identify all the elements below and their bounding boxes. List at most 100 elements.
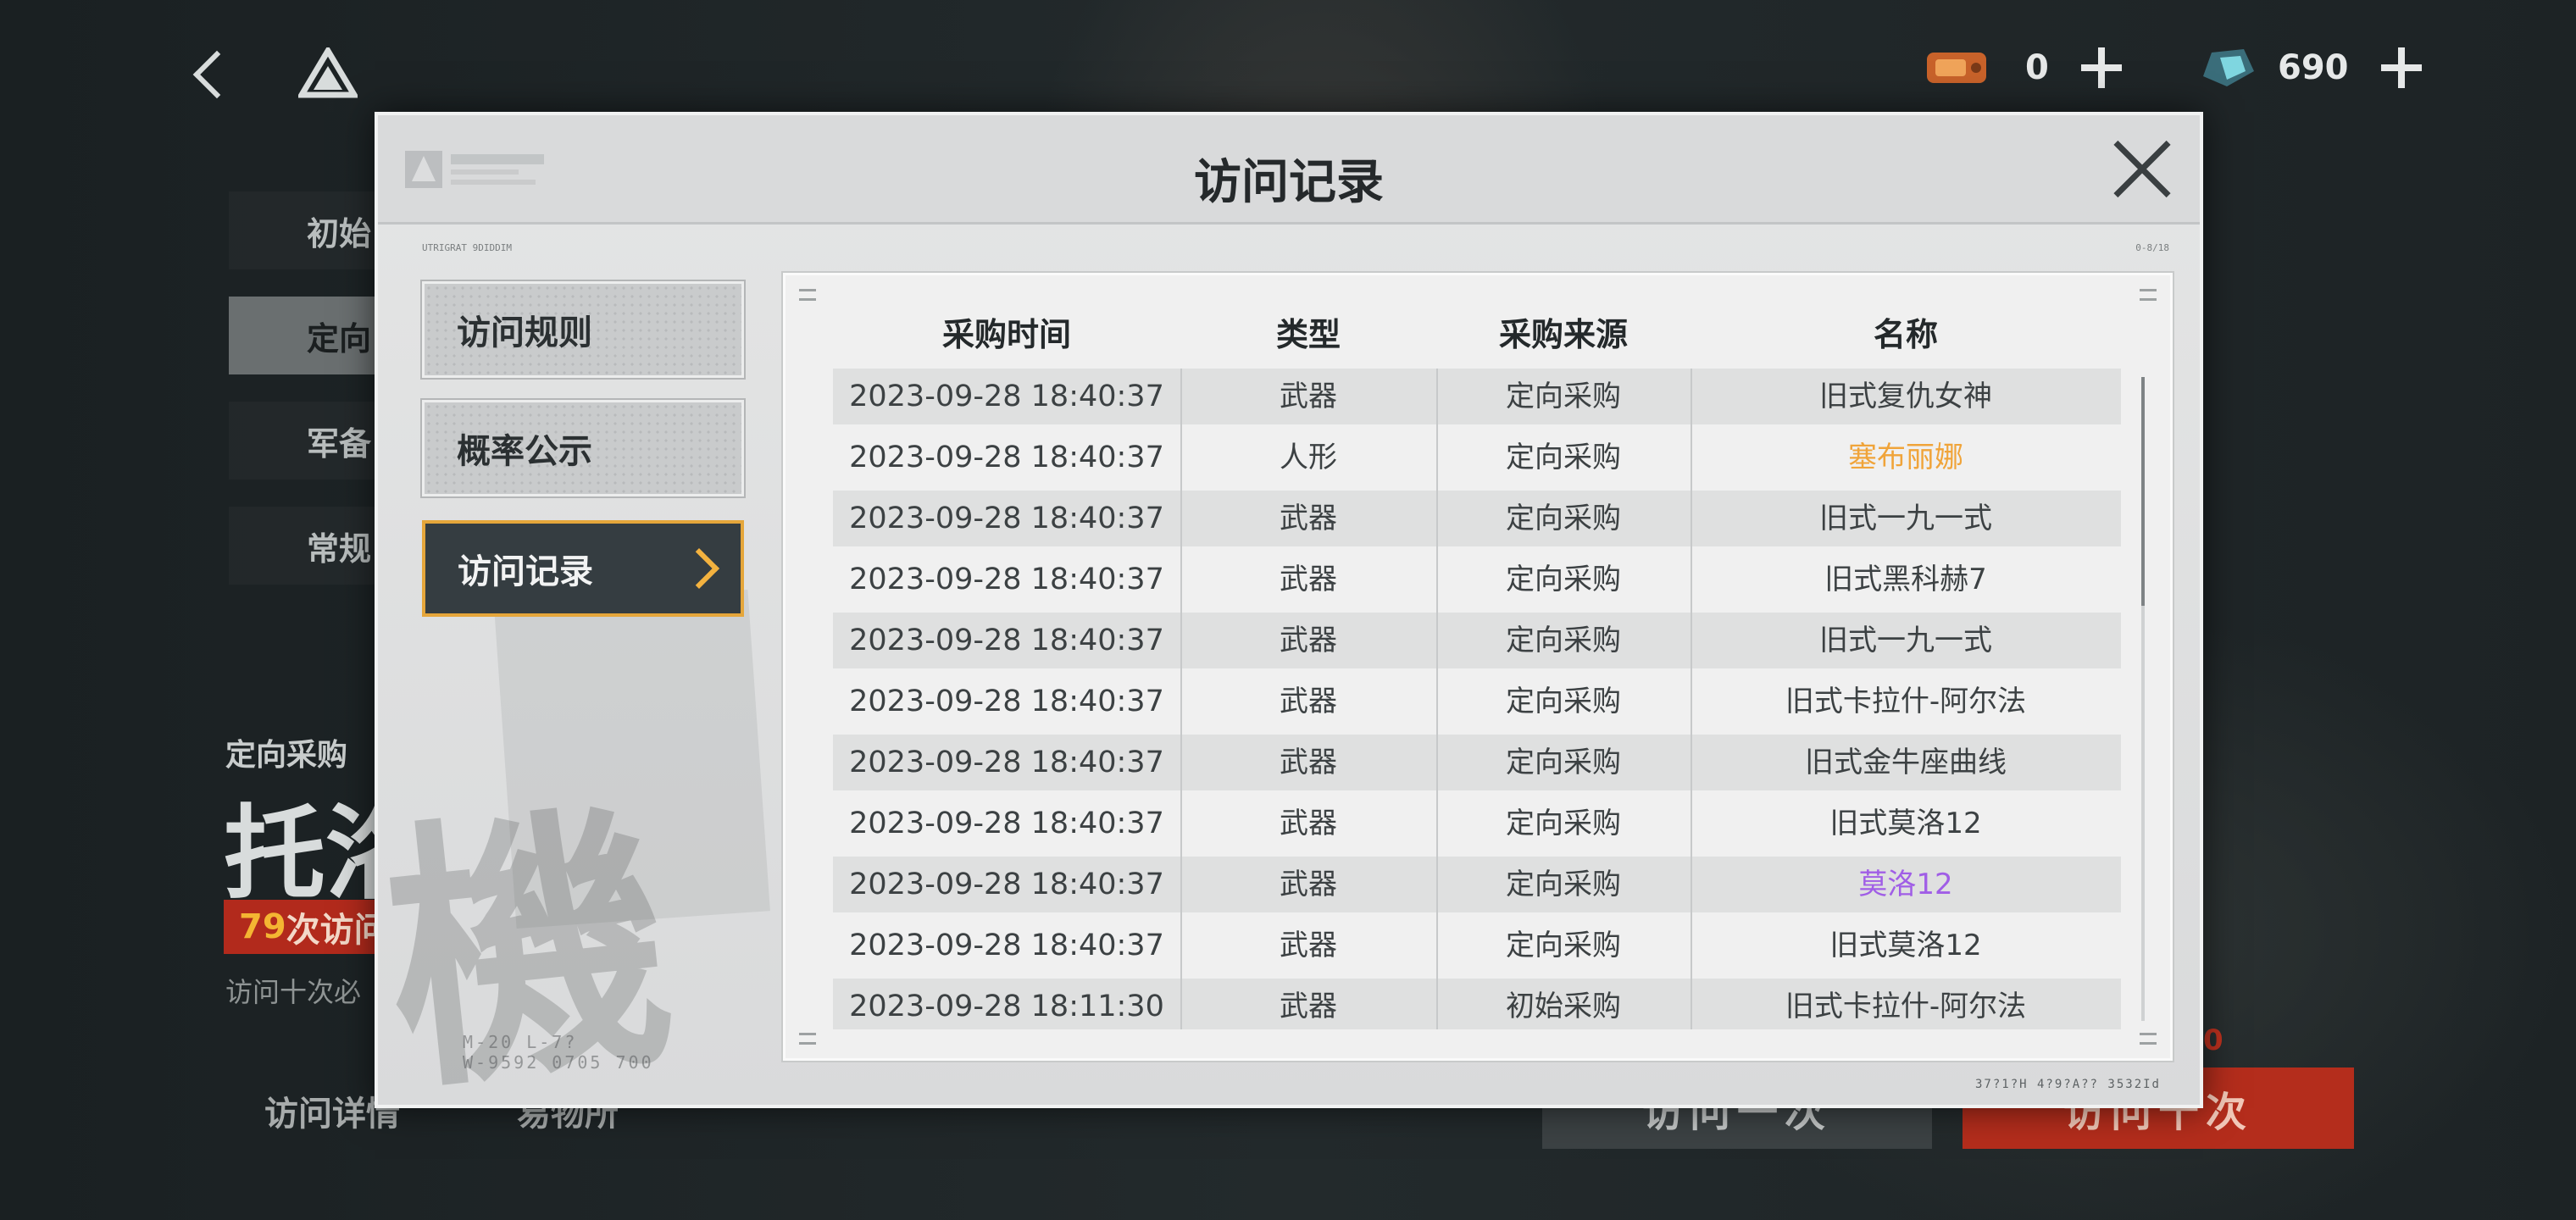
cell-type: 武器 bbox=[1280, 929, 1337, 962]
chevron-right-icon bbox=[678, 547, 720, 590]
close-icon[interactable] bbox=[2110, 137, 2174, 202]
currency-ticket-value: 0 bbox=[2025, 48, 2049, 87]
cell-name: 旧式黑科赫7 bbox=[1824, 563, 1987, 596]
tiny-code-left: UTRIGRAT 9DIDDIM bbox=[422, 242, 512, 253]
tiny-code-right: 0-8/18 bbox=[2135, 242, 2169, 253]
footer-code: 37?1?H 4?9?A?? 3532Id bbox=[1974, 1078, 2161, 1091]
table-body[interactable]: 2023-09-28 18:40:37 武器 定向采购 旧式复仇女神 2023-09-2… bbox=[833, 369, 2121, 1029]
cell-source: 定向采购 bbox=[1506, 807, 1621, 840]
table-row: 2023-09-28 18:40:37 武器 定向采购 旧式莫洛12 bbox=[833, 796, 2121, 851]
cell-source: 定向采购 bbox=[1506, 746, 1621, 779]
table-row: 2023-09-28 18:40:37 人形 定向采购 塞布丽娜 bbox=[833, 430, 2121, 485]
table-row: 2023-09-28 18:40:37 武器 定向采购 旧式一九一式 bbox=[833, 613, 2121, 668]
menu-visit-record-label: 访问记录 bbox=[458, 552, 593, 591]
corner-mark-icon bbox=[2140, 1033, 2157, 1045]
visit-count-number: 79 bbox=[239, 907, 286, 946]
column-divider bbox=[1436, 369, 1438, 1029]
cell-type: 武器 bbox=[1280, 807, 1337, 840]
cell-name: 旧式莫洛12 bbox=[1829, 929, 1982, 962]
cell-source: 初始采购 bbox=[1506, 990, 1621, 1023]
cell-source: 定向采购 bbox=[1506, 929, 1621, 962]
record-table: 采购时间 类型 采购来源 名称 2023-09-28 18:40:37 武器 定向采… bbox=[783, 273, 2173, 1061]
cell-time: 2023-09-28 18:40:37 bbox=[849, 624, 1164, 657]
corner-mark-icon bbox=[799, 289, 816, 301]
table-row: 2023-09-28 18:40:37 武器 定向采购 旧式卡拉什-阿尔法 bbox=[833, 674, 2121, 729]
cell-type: 武器 bbox=[1280, 685, 1337, 718]
cell-time: 2023-09-28 18:40:37 bbox=[849, 929, 1164, 962]
decorative-code-line2: W-9592 0705 700 bbox=[463, 1052, 654, 1073]
cell-name: 旧式金牛座曲线 bbox=[1805, 746, 2007, 779]
decorative-code: M-20 L-7? W-9592 0705 700 bbox=[463, 1032, 654, 1073]
add-crystal-plus-icon[interactable] bbox=[2380, 47, 2422, 88]
col-header-name: 名称 bbox=[1873, 316, 1938, 353]
cell-source: 定向采购 bbox=[1506, 502, 1621, 535]
cell-type: 武器 bbox=[1280, 563, 1337, 596]
modal-title: 访问记录 bbox=[1194, 155, 1384, 210]
cell-time: 2023-09-28 18:40:37 bbox=[849, 380, 1164, 413]
table-row: 2023-09-28 18:40:37 武器 定向采购 莫洛12 bbox=[833, 857, 2121, 912]
menu-visit-rules[interactable]: 访问规则 bbox=[422, 281, 744, 378]
cell-name: 塞布丽娜 bbox=[1848, 441, 1963, 474]
table-row: 2023-09-28 18:40:37 武器 定向采购 旧式一九一式 bbox=[833, 491, 2121, 546]
cell-time: 2023-09-28 18:40:37 bbox=[849, 807, 1164, 840]
corner-mark-icon bbox=[2140, 289, 2157, 301]
cell-type: 人形 bbox=[1280, 441, 1337, 474]
cell-source: 定向采购 bbox=[1506, 685, 1621, 718]
modal-header: 访问记录 bbox=[378, 115, 2200, 225]
table-row: 2023-09-28 18:40:37 武器 定向采购 旧式复仇女神 bbox=[833, 369, 2121, 424]
currency-crystal: 690 bbox=[2195, 41, 2422, 95]
cell-type: 武器 bbox=[1280, 624, 1337, 657]
table-row: 2023-09-28 18:40:37 武器 定向采购 旧式金牛座曲线 bbox=[833, 735, 2121, 790]
cell-source: 定向采购 bbox=[1506, 380, 1621, 413]
col-header-type: 类型 bbox=[1275, 316, 1341, 353]
col-header-time: 采购时间 bbox=[941, 316, 1071, 353]
cell-source: 定向采购 bbox=[1506, 441, 1621, 474]
cell-time: 2023-09-28 18:40:37 bbox=[849, 746, 1164, 779]
guarantee-hint: 访问十次必 bbox=[225, 976, 362, 1008]
visit-count-label: 次访问 bbox=[286, 911, 388, 950]
cost-value: 0 bbox=[2203, 1023, 2223, 1057]
table-row: 2023-09-28 18:40:37 武器 定向采购 旧式黑科赫7 bbox=[833, 552, 2121, 607]
cell-source: 定向采购 bbox=[1506, 563, 1621, 596]
corner-mark-icon bbox=[799, 1033, 816, 1045]
back-arrow-icon[interactable] bbox=[186, 44, 237, 103]
cell-type: 武器 bbox=[1280, 868, 1337, 901]
column-divider bbox=[1180, 369, 1182, 1029]
cell-source: 定向采购 bbox=[1506, 624, 1621, 657]
cell-time: 2023-09-28 18:11:30 bbox=[849, 990, 1164, 1023]
cell-time: 2023-09-28 18:40:37 bbox=[849, 868, 1164, 901]
cell-name: 旧式一九一式 bbox=[1819, 624, 1992, 657]
banner-subtitle: 定向采购 bbox=[225, 738, 348, 773]
cell-time: 2023-09-28 18:40:37 bbox=[849, 563, 1164, 596]
cell-time: 2023-09-28 18:40:37 bbox=[849, 685, 1164, 718]
cell-time: 2023-09-28 18:40:37 bbox=[849, 502, 1164, 535]
cell-type: 武器 bbox=[1280, 746, 1337, 779]
table-header: 采购时间 类型 采购来源 名称 bbox=[833, 309, 2121, 360]
cell-name: 旧式卡拉什-阿尔法 bbox=[1785, 990, 2027, 1023]
column-divider bbox=[1690, 369, 1692, 1029]
menu-visit-rules-label: 访问规则 bbox=[457, 313, 592, 352]
visit-record-modal: 访问记录 UTRIGRAT 9DIDDIM 0-8/18 機 M-20 L-7?… bbox=[372, 112, 2203, 1128]
currency-crystal-value: 690 bbox=[2278, 48, 2349, 87]
cell-type: 武器 bbox=[1280, 380, 1337, 413]
decorative-code-line1: M-20 L-7? bbox=[463, 1032, 578, 1052]
currency-ticket: 0 bbox=[1924, 41, 2122, 95]
add-ticket-plus-icon[interactable] bbox=[2080, 47, 2122, 88]
ticket-icon bbox=[1927, 53, 1986, 83]
cell-name: 旧式复仇女神 bbox=[1819, 380, 1992, 413]
cell-name: 旧式一九一式 bbox=[1819, 502, 1992, 535]
cell-name: 莫洛12 bbox=[1858, 868, 1953, 901]
cell-name: 旧式卡拉什-阿尔法 bbox=[1785, 685, 2027, 718]
menu-visit-record[interactable]: 访问记录 bbox=[422, 520, 744, 617]
cell-type: 武器 bbox=[1280, 990, 1337, 1023]
cell-time: 2023-09-28 18:40:37 bbox=[849, 441, 1164, 474]
col-header-source: 采购来源 bbox=[1498, 316, 1628, 353]
table-row: 2023-09-28 18:11:30 武器 初始采购 旧式卡拉什-阿尔法 bbox=[833, 979, 2121, 1029]
home-logo-icon[interactable] bbox=[298, 47, 358, 98]
crystal-icon bbox=[2203, 49, 2254, 86]
cell-type: 武器 bbox=[1280, 502, 1337, 535]
watermark-glyph: 機 bbox=[372, 772, 686, 1129]
menu-probability[interactable]: 概率公示 bbox=[422, 400, 744, 496]
table-row: 2023-09-28 18:40:37 武器 定向采购 旧式莫洛12 bbox=[833, 918, 2121, 973]
scrollbar-thumb[interactable] bbox=[2141, 377, 2145, 606]
